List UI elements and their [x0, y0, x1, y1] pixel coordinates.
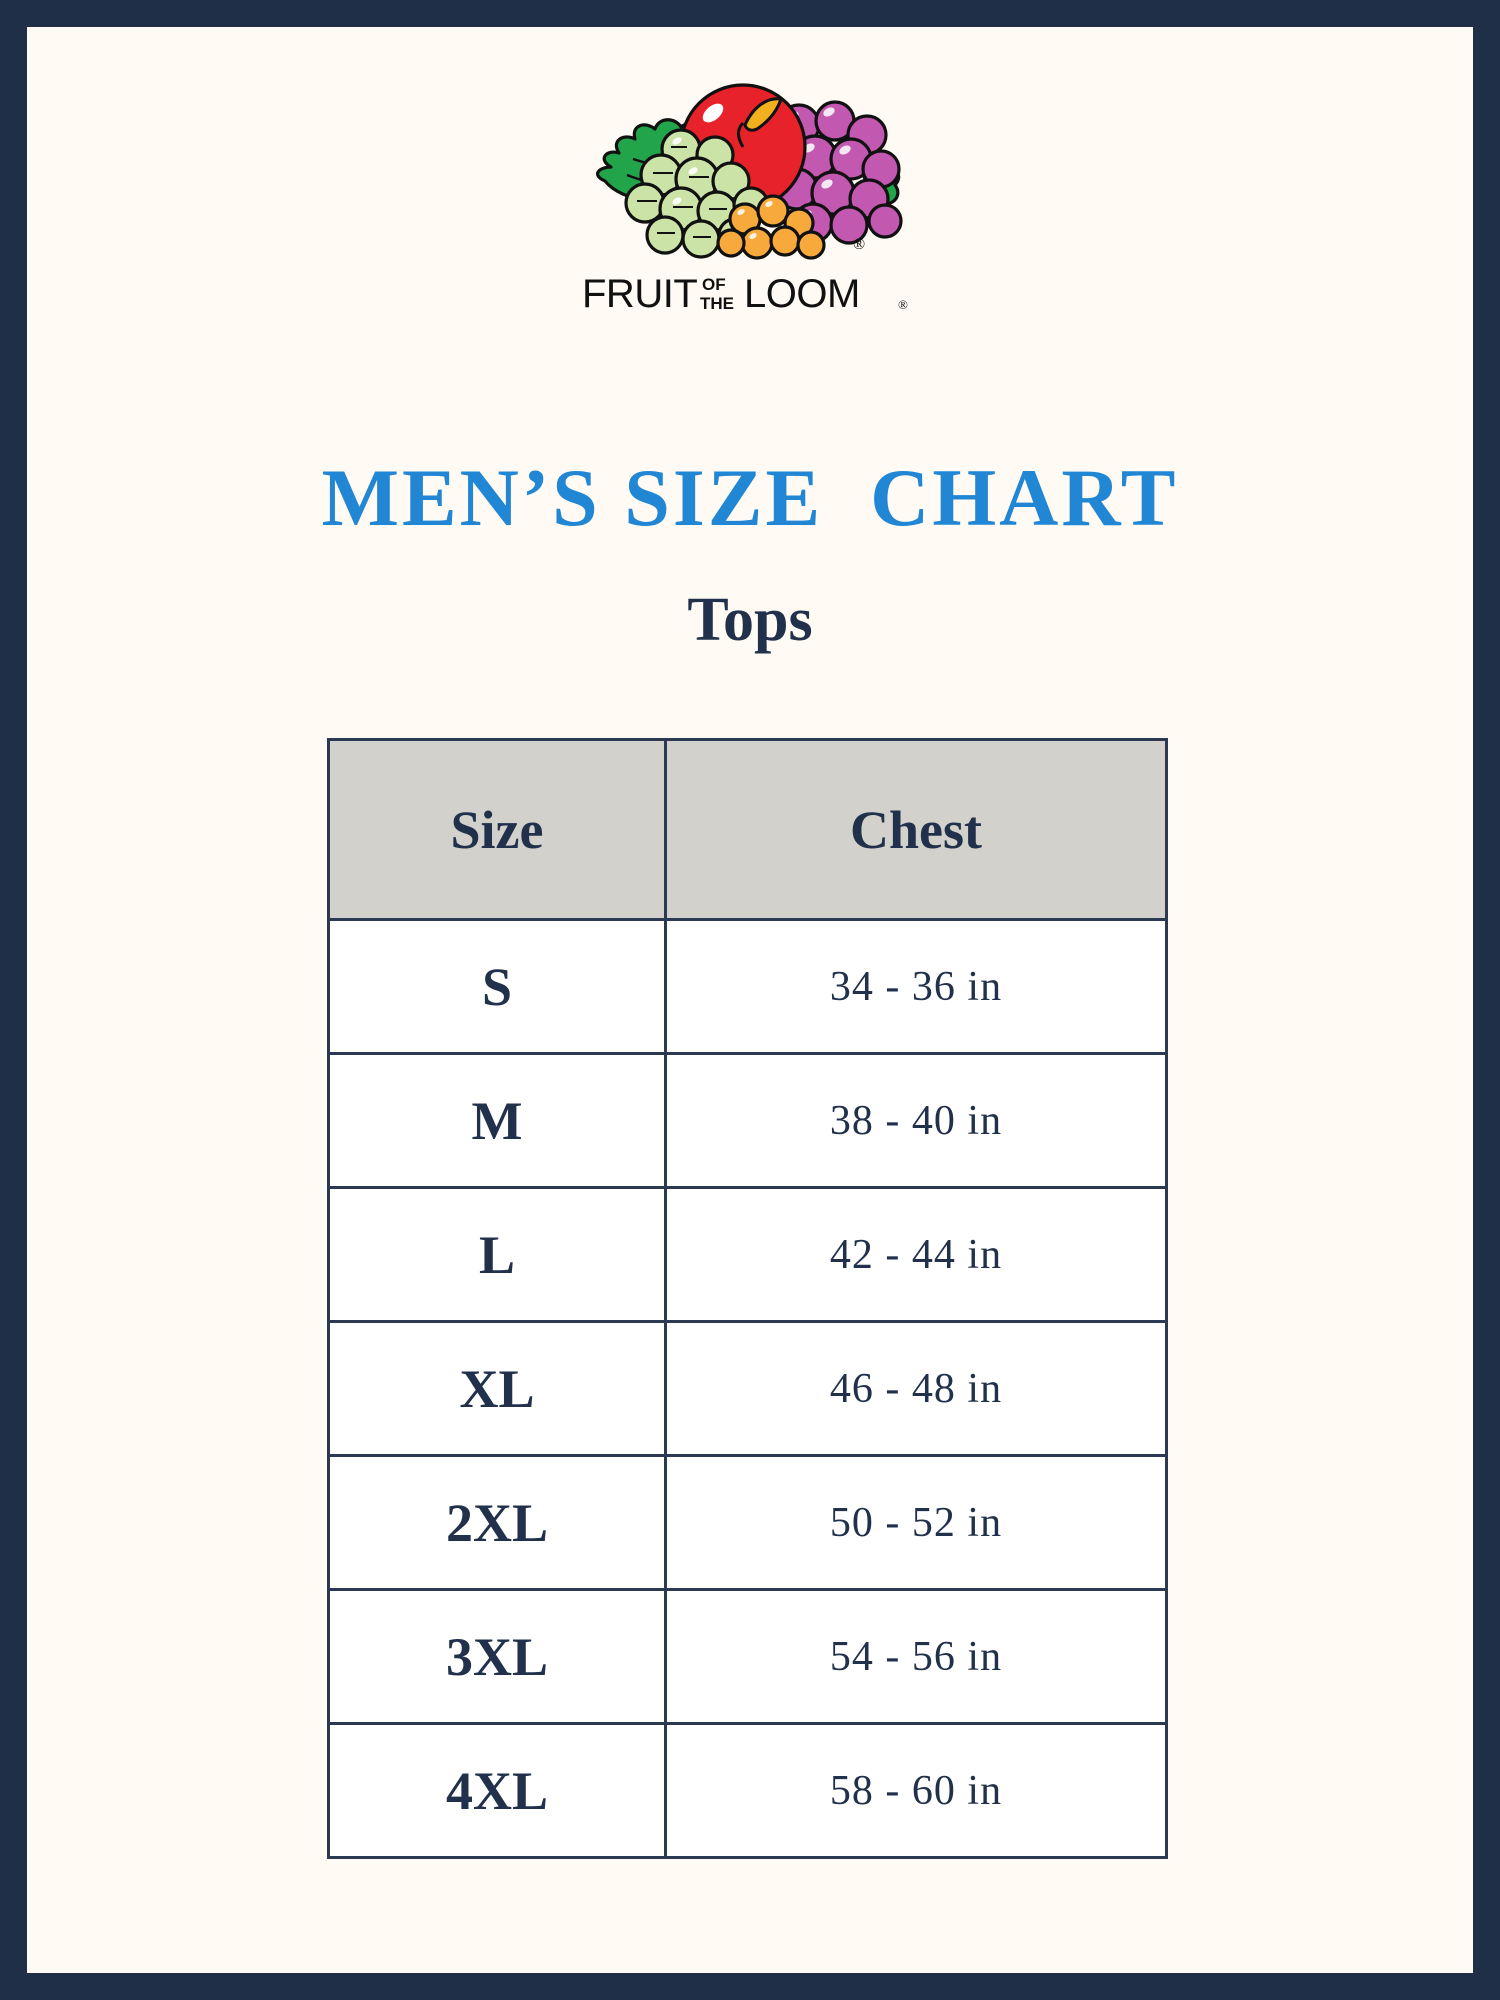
page-title: MEN’S SIZE CHART: [321, 452, 1179, 543]
cell-chest: 38 - 40 in: [664, 1052, 1168, 1189]
cell-chest: 58 - 60 in: [664, 1722, 1168, 1859]
cell-chest: 42 - 44 in: [664, 1186, 1168, 1323]
page-content: ® FRUIT OF THE LOOM ® MEN’S SIZE CHART T…: [27, 27, 1473, 1973]
cell-size: 3XL: [327, 1588, 667, 1725]
cell-chest: 54 - 56 in: [664, 1588, 1168, 1725]
table-row: 2XL 50 - 52 in: [327, 1454, 1168, 1591]
table-row: S 34 - 36 in: [327, 918, 1168, 1055]
table-header-row: Size Chest: [327, 738, 1168, 921]
wordmark-loom: LOOM: [744, 272, 860, 316]
table-row: M 38 - 40 in: [327, 1052, 1168, 1189]
brand-wordmark: FRUIT OF THE LOOM ®: [582, 272, 908, 316]
registered-mark-logo: ®: [853, 236, 865, 253]
size-chart-table: Size Chest S 34 - 36 in M 38 - 40 in L 4…: [327, 738, 1168, 1859]
cell-size: S: [327, 918, 667, 1055]
cell-chest: 46 - 48 in: [664, 1320, 1168, 1457]
table-row: 3XL 54 - 56 in: [327, 1588, 1168, 1725]
wordmark-of: OF: [702, 275, 726, 294]
table-body: S 34 - 36 in M 38 - 40 in L 42 - 44 in X…: [327, 918, 1168, 1859]
table-row: L 42 - 44 in: [327, 1186, 1168, 1323]
cell-size: 2XL: [327, 1454, 667, 1591]
cell-size: XL: [327, 1320, 667, 1457]
brand-logo: ® FRUIT OF THE LOOM ®: [27, 63, 1473, 317]
cell-chest: 50 - 52 in: [664, 1454, 1168, 1591]
table-row: XL 46 - 48 in: [327, 1320, 1168, 1457]
cell-size: 4XL: [327, 1722, 667, 1859]
cell-size: M: [327, 1052, 667, 1189]
page-frame: ® FRUIT OF THE LOOM ® MEN’S SIZE CHART T…: [0, 0, 1500, 2000]
registered-mark-wordmark: ®: [898, 297, 908, 312]
wordmark-the: THE: [700, 294, 734, 313]
column-header-chest: Chest: [664, 738, 1168, 921]
column-header-size: Size: [327, 738, 667, 921]
fruit-cluster-icon: ®: [596, 83, 903, 260]
page-subtitle: Tops: [687, 586, 813, 654]
table-row: 4XL 58 - 60 in: [327, 1722, 1168, 1859]
wordmark-fruit: FRUIT: [582, 272, 697, 316]
cell-size: L: [327, 1186, 667, 1323]
cell-chest: 34 - 36 in: [664, 918, 1168, 1055]
